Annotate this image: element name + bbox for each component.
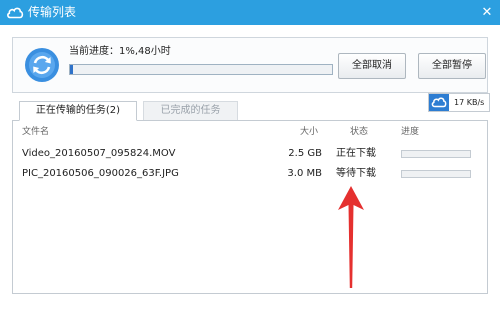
tab-completed[interactable]: 已完成的任务 [143,101,238,121]
window-close-button[interactable]: ✕ [474,0,500,25]
overall-progress-panel: 当前进度：1%,48小时 全部取消 全部暂停 [12,37,488,93]
row-2-progress-bar [401,170,471,178]
row-2-status: 等待下载 [336,168,376,179]
row-1-progress-bar [401,150,471,158]
window-title: 传输列表 [28,5,77,19]
row-1-status: 正在下载 [336,148,376,159]
speed-indicator: 17 KB/s [428,93,490,112]
column-header-size: 大小 [300,127,319,137]
column-header-progress: 进度 [401,127,420,137]
overall-progress-fill [70,65,73,74]
column-header-name: 文件名 [22,127,50,137]
cancel-all-button[interactable]: 全部取消 [338,53,406,79]
title-bar: 传输列表 ✕ [0,0,500,25]
tab-in-progress[interactable]: 正在传输的任务(2) [19,101,137,121]
cloud-icon [7,7,24,19]
speed-value: 17 KB/s [454,98,485,107]
row-1-filename[interactable]: Video_20160507_095824.MOV [22,148,175,160]
red-arrow-icon [338,186,364,288]
cloud-speed-icon [429,94,449,111]
row-1-size: 2.5 GB [288,148,322,159]
pause-all-button[interactable]: 全部暂停 [418,53,486,79]
sync-icon [25,48,59,82]
overall-progress-bar [69,64,333,75]
row-2-filename[interactable]: PIC_20160506_090026_63F.JPG [22,168,179,180]
row-2-size: 3.0 MB [287,168,322,179]
transfer-list [12,120,488,294]
overall-progress-label: 当前进度：1%,48小时 [69,46,171,57]
column-header-status: 状态 [350,127,369,137]
